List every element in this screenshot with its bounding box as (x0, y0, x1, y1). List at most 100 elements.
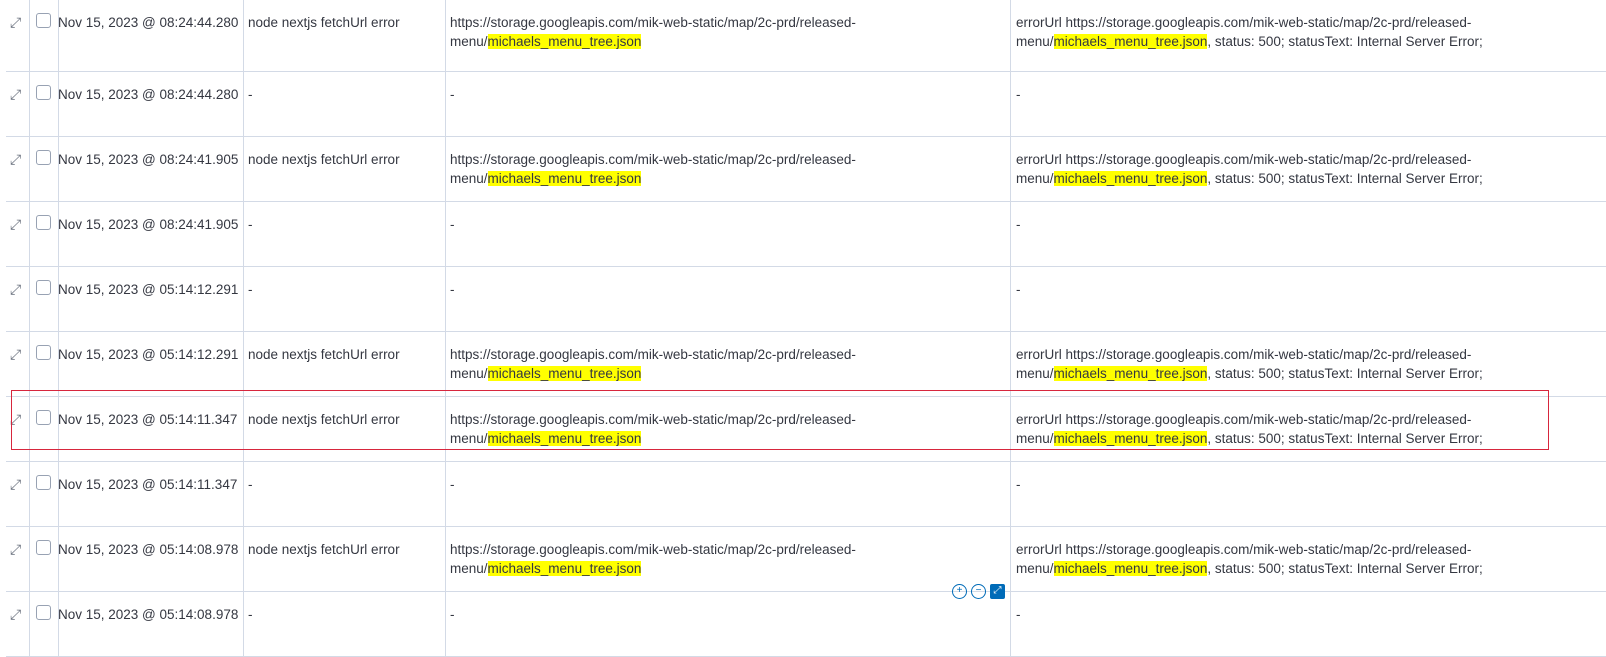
column-divider (29, 202, 30, 267)
column-divider (58, 137, 59, 202)
row-checkbox[interactable] (36, 540, 51, 555)
plus-circle-icon[interactable]: + (952, 584, 967, 599)
expand-row-icon[interactable]: ⤢ (10, 410, 26, 427)
error-cell: - (1016, 607, 1021, 622)
column-divider (58, 267, 59, 332)
column-divider (243, 592, 244, 657)
table-row[interactable]: ⤢ Nov 15, 2023 @ 05:14:08.978 node nextjs … (6, 527, 1606, 592)
timestamp-cell: Nov 15, 2023 @ 05:14:08.978 (58, 607, 239, 622)
column-divider (445, 72, 446, 137)
row-checkbox[interactable] (36, 13, 51, 28)
url-cell: - (450, 282, 455, 297)
row-checkbox[interactable] (36, 345, 51, 360)
column-divider (29, 592, 30, 657)
column-divider (58, 0, 59, 72)
expand-row-icon[interactable]: ⤢ (10, 215, 26, 232)
search-highlight: michaels_menu_tree.json (487, 34, 642, 49)
column-divider (445, 462, 446, 527)
message-cell: - (248, 217, 253, 232)
column-divider (29, 397, 30, 462)
table-row[interactable]: ⤢ Nov 15, 2023 @ 08:24:41.905 node nextjs … (6, 137, 1606, 202)
timestamp-cell: Nov 15, 2023 @ 08:24:41.905 (58, 217, 239, 232)
message-cell: node nextjs fetchUrl error (248, 15, 400, 30)
expand-row-icon[interactable]: ⤢ (10, 280, 26, 297)
timestamp-cell: Nov 15, 2023 @ 05:14:12.291 (58, 347, 239, 362)
expand-row-icon[interactable]: ⤢ (10, 13, 26, 30)
minus-circle-icon[interactable]: − (971, 584, 986, 599)
timestamp-cell: Nov 15, 2023 @ 05:14:08.978 (58, 542, 239, 557)
column-divider (58, 462, 59, 527)
table-row[interactable]: ⤢ Nov 15, 2023 @ 05:14:11.347- - - (6, 462, 1606, 527)
column-divider (243, 267, 244, 332)
timestamp-cell: Nov 15, 2023 @ 08:24:41.905 (58, 152, 239, 167)
column-divider (243, 0, 244, 72)
column-divider (58, 397, 59, 462)
timestamp-cell: Nov 15, 2023 @ 05:14:11.347 (58, 477, 238, 492)
column-divider (243, 202, 244, 267)
column-divider (29, 462, 30, 527)
row-checkbox[interactable] (36, 150, 51, 165)
column-divider (445, 332, 446, 397)
table-row[interactable]: ⤢ Nov 15, 2023 @ 08:24:44.280 node nextjs … (6, 0, 1606, 72)
url-cell: https://storage.googleapis.com/mik-web-s… (450, 412, 856, 446)
table-row[interactable]: ⤢ Nov 15, 2023 @ 08:24:44.280- - - (6, 72, 1606, 137)
column-divider (243, 137, 244, 202)
expand-row-icon[interactable]: ⤢ (10, 345, 26, 362)
message-cell: node nextjs fetchUrl error (248, 542, 400, 557)
column-divider (29, 527, 30, 592)
search-highlight: michaels_menu_tree.json (487, 171, 642, 186)
timestamp-cell: Nov 15, 2023 @ 05:14:11.347 (58, 412, 238, 427)
column-divider (58, 527, 59, 592)
column-divider (243, 462, 244, 527)
column-divider (243, 332, 244, 397)
column-divider (1010, 462, 1011, 527)
column-divider (29, 332, 30, 397)
url-cell: https://storage.googleapis.com/mik-web-s… (450, 152, 856, 186)
column-divider (1010, 527, 1011, 592)
column-divider (445, 527, 446, 592)
log-table: ⤢ Nov 15, 2023 @ 08:24:44.280 node nextjs … (6, 0, 1606, 657)
row-checkbox[interactable] (36, 280, 51, 295)
expand-row-icon[interactable]: ⤢ (10, 540, 26, 557)
column-divider (58, 72, 59, 137)
url-cell: https://storage.googleapis.com/mik-web-s… (450, 542, 856, 576)
column-divider (243, 527, 244, 592)
search-highlight: michaels_menu_tree.json (1053, 34, 1208, 49)
table-row[interactable]: ⤢ Nov 15, 2023 @ 05:14:08.978- - - (6, 592, 1606, 657)
table-row[interactable]: ⤢ Nov 15, 2023 @ 05:14:12.291 node nextjs … (6, 332, 1606, 397)
row-checkbox[interactable] (36, 475, 51, 490)
expand-row-icon[interactable]: ⤢ (10, 475, 26, 492)
url-cell: https://storage.googleapis.com/mik-web-s… (450, 15, 856, 49)
column-divider (445, 0, 446, 72)
expand-row-icon[interactable]: ⤢ (10, 150, 26, 167)
expand-row-icon[interactable]: ⤢ (10, 605, 26, 622)
table-row[interactable]: ⤢ Nov 15, 2023 @ 05:14:11.347 node nextjs … (6, 397, 1606, 462)
search-highlight: michaels_menu_tree.json (1053, 561, 1208, 576)
column-divider (58, 332, 59, 397)
column-divider (445, 267, 446, 332)
column-divider (29, 137, 30, 202)
timestamp-cell: Nov 15, 2023 @ 08:24:44.280 (58, 87, 239, 102)
column-divider (1010, 0, 1011, 72)
column-divider (445, 137, 446, 202)
table-row[interactable]: ⤢ Nov 15, 2023 @ 08:24:41.905- - - (6, 202, 1606, 267)
row-checkbox[interactable] (36, 410, 51, 425)
expand-row-icon[interactable]: ⤢ (10, 85, 26, 102)
cell-actions: + − ⤢ (952, 584, 1005, 599)
message-cell: node nextjs fetchUrl error (248, 347, 400, 362)
column-divider (445, 592, 446, 657)
expand-square-icon[interactable]: ⤢ (990, 584, 1005, 599)
search-highlight: michaels_menu_tree.json (1053, 431, 1208, 446)
column-divider (445, 397, 446, 462)
search-highlight: michaels_menu_tree.json (487, 366, 642, 381)
url-cell: - (450, 607, 455, 622)
error-cell: - (1016, 282, 1021, 297)
timestamp-cell: Nov 15, 2023 @ 08:24:44.280 (58, 15, 239, 30)
row-checkbox[interactable] (36, 85, 51, 100)
message-cell: - (248, 607, 253, 622)
column-divider (29, 72, 30, 137)
table-row[interactable]: ⤢ Nov 15, 2023 @ 05:14:12.291- - - (6, 267, 1606, 332)
row-checkbox[interactable] (36, 605, 51, 620)
row-checkbox[interactable] (36, 215, 51, 230)
column-divider (243, 72, 244, 137)
